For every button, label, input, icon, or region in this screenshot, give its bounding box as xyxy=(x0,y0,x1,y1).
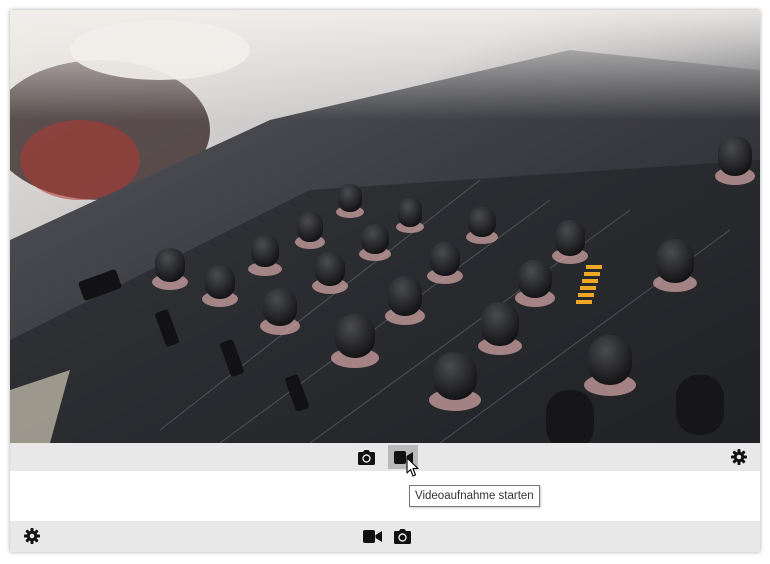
camera-icon xyxy=(357,449,375,465)
gear-icon xyxy=(24,528,40,544)
settings-button-top[interactable] xyxy=(724,445,754,469)
take-photo-button[interactable] xyxy=(351,445,381,469)
bottom-toolbar xyxy=(10,521,760,552)
video-camera-icon xyxy=(362,529,382,543)
camera-preview-image xyxy=(10,10,760,443)
tooltip: Videoaufnahme starten xyxy=(409,485,540,507)
preview-toolbar xyxy=(10,443,760,471)
photo-button-bottom[interactable] xyxy=(387,524,417,548)
mixer-photo xyxy=(10,10,760,443)
camera-icon xyxy=(393,528,411,544)
settings-button-bottom[interactable] xyxy=(17,524,47,548)
gear-icon xyxy=(731,449,747,465)
video-button-bottom[interactable] xyxy=(357,524,387,548)
camera-widget: Videoaufnahme starten xyxy=(10,10,760,552)
content-area xyxy=(10,471,760,521)
mouse-cursor-icon xyxy=(406,457,420,483)
